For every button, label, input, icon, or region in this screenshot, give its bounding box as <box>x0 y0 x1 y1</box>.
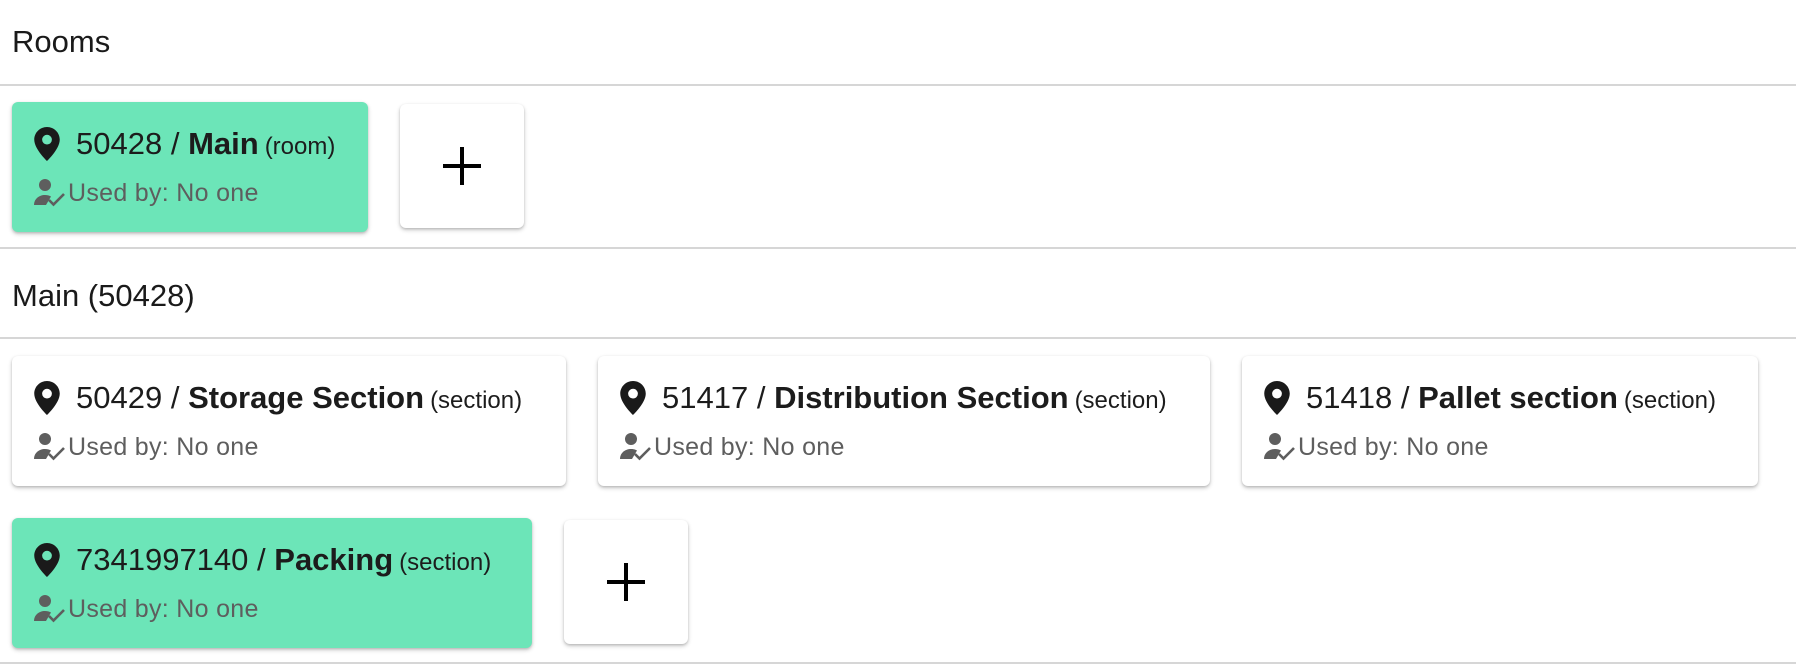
card-name: Pallet section <box>1418 380 1618 415</box>
user-check-icon <box>32 432 66 462</box>
card-kind: (section) <box>1074 387 1167 414</box>
card-title: 50429 / Storage Section (section) <box>34 378 522 418</box>
id-separator: / <box>748 380 775 415</box>
section-card-storage[interactable]: 50429 / Storage Section (section) Used by… <box>12 356 566 486</box>
location-pin-icon <box>1264 381 1290 415</box>
card-usage: Used by: No one <box>1262 432 1489 462</box>
card-title: 51417 / Distribution Section (section) <box>620 378 1167 418</box>
card-name: Distribution Section <box>774 380 1069 415</box>
card-id: 7341997140 <box>76 542 249 577</box>
card-usage: Used by: No one <box>32 594 259 624</box>
used-by-text: Used by: No one <box>1298 432 1489 461</box>
plus-icon <box>607 563 645 601</box>
id-separator: / <box>162 126 189 161</box>
rooms-header: Rooms <box>12 24 111 59</box>
divider <box>0 337 1796 339</box>
card-name: Main <box>188 126 259 161</box>
section-card-distribution[interactable]: 51417 / Distribution Section (section) Us… <box>598 356 1210 486</box>
location-pin-icon <box>620 381 646 415</box>
user-check-icon <box>1262 432 1296 462</box>
card-usage: Used by: No one <box>618 432 845 462</box>
card-name: Packing <box>274 542 394 577</box>
section-card-packing[interactable]: 7341997140 / Packing (section) Used by: N… <box>12 518 532 648</box>
card-kind: (section) <box>399 549 492 576</box>
card-id: 50428 <box>76 126 163 161</box>
divider <box>0 662 1796 664</box>
add-section-button[interactable] <box>564 520 688 644</box>
divider <box>0 84 1796 86</box>
card-title: 7341997140 / Packing (section) <box>34 540 491 580</box>
card-usage: Used by: No one <box>32 178 259 208</box>
card-id: 50429 <box>76 380 163 415</box>
used-by-text: Used by: No one <box>68 594 259 623</box>
location-pin-icon <box>34 381 60 415</box>
plus-icon <box>443 147 481 185</box>
id-separator: / <box>162 380 189 415</box>
user-check-icon <box>618 432 652 462</box>
section-card-pallet[interactable]: 51418 / Pallet section (section) Used by:… <box>1242 356 1758 486</box>
user-check-icon <box>32 178 66 208</box>
id-separator: / <box>1392 380 1419 415</box>
main-section-header: Main (50428) <box>12 278 195 313</box>
room-card-main[interactable]: 50428 / Main (room) Used by: No one <box>12 102 368 232</box>
card-kind: (section) <box>430 387 523 414</box>
card-title: 50428 / Main (room) <box>34 124 335 164</box>
location-pin-icon <box>34 543 60 577</box>
user-check-icon <box>32 594 66 624</box>
card-kind: (room) <box>264 133 336 160</box>
used-by-text: Used by: No one <box>654 432 845 461</box>
divider <box>0 247 1796 249</box>
card-name: Storage Section <box>188 380 425 415</box>
add-room-button[interactable] <box>400 104 524 228</box>
card-kind: (section) <box>1623 387 1716 414</box>
card-title: 51418 / Pallet section (section) <box>1264 378 1716 418</box>
used-by-text: Used by: No one <box>68 432 259 461</box>
used-by-text: Used by: No one <box>68 178 259 207</box>
location-pin-icon <box>34 127 60 161</box>
card-id: 51417 <box>662 380 749 415</box>
card-usage: Used by: No one <box>32 432 259 462</box>
card-id: 51418 <box>1306 380 1393 415</box>
id-separator: / <box>248 542 275 577</box>
